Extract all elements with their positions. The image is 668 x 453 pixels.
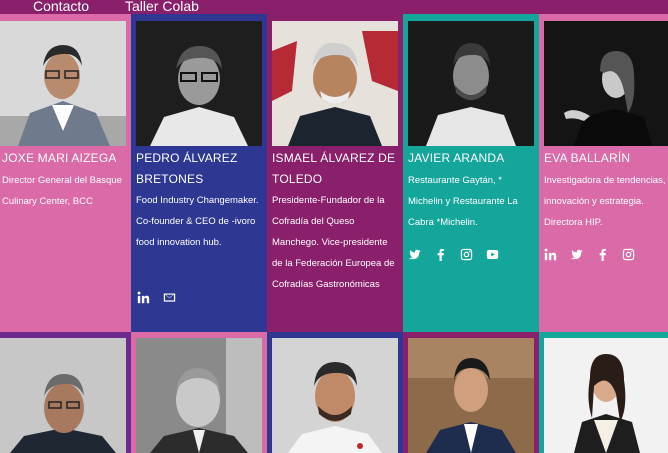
speaker-name: PEDRO ÁLVAREZ BRETONES [136,151,238,186]
speaker-photo [0,338,126,453]
speaker-photo [272,21,398,146]
nav-link-taller-colab[interactable]: Taller Colab [125,0,199,14]
mail-icon[interactable] [163,291,176,304]
speaker-card-alvarez-de-toledo[interactable]: ISMAEL ÁLVAREZ DE TOLEDO Presidente-Fund… [267,14,403,332]
speaker-photo [408,21,534,146]
speaker-description: Investigadora de tendencias, innovación … [544,175,666,228]
speaker-card-row2-3[interactable] [267,332,403,453]
instagram-icon[interactable] [622,248,635,261]
social-links [137,291,176,304]
top-navigation: Contacto Taller Colab [0,0,668,14]
speaker-photo [544,338,668,453]
instagram-icon[interactable] [460,248,473,261]
speaker-photo [272,338,398,453]
speaker-card-ballarin[interactable]: EVA BALLARÍN Investigadora de tendencias… [539,14,668,332]
twitter-icon[interactable] [408,248,421,261]
facebook-icon[interactable] [596,248,609,261]
linkedin-icon[interactable] [137,291,150,304]
speaker-name: JAVIER ARANDA [408,151,505,165]
speaker-name: JOXE MARI AIZEGA [2,151,117,165]
speaker-name: ISMAEL ÁLVAREZ DE TOLEDO [272,151,396,186]
linkedin-icon[interactable] [544,248,557,261]
speaker-card-row2-5[interactable] [539,332,668,453]
speaker-card-row2-2[interactable] [131,332,267,453]
youtube-icon[interactable] [486,248,499,261]
speaker-description: Food Industry Changemaker. Co-founder & … [136,195,259,248]
twitter-icon[interactable] [570,248,583,261]
speaker-card-aizega[interactable]: JOXE MARI AIZEGA Director General del Ba… [0,14,131,332]
nav-link-contacto[interactable]: Contacto [33,0,89,14]
speaker-photo [136,338,262,453]
speakers-grid: JOXE MARI AIZEGA Director General del Ba… [0,14,668,453]
social-links [544,248,635,261]
speaker-card-aranda[interactable]: JAVIER ARANDA Restaurante Gaytán, * Mich… [403,14,539,332]
speaker-description: Presidente-Fundador de la Cofradía del Q… [272,195,395,290]
speaker-photo [136,21,262,146]
speaker-description: Restaurante Gaytán, * Michelin y Restaur… [408,175,518,228]
speaker-card-row2-4[interactable] [403,332,539,453]
speaker-name: EVA BALLARÍN [544,151,631,165]
facebook-icon[interactable] [434,248,447,261]
speaker-card-alvarez-bretones[interactable]: PEDRO ÁLVAREZ BRETONES Food Industry Cha… [131,14,267,332]
speaker-description: Director General del Basque Culinary Cen… [2,175,122,207]
speaker-photo [544,21,668,146]
speaker-photo [408,338,534,453]
social-links [408,248,499,261]
speaker-photo [0,21,126,146]
speaker-card-row2-1[interactable] [0,332,131,453]
